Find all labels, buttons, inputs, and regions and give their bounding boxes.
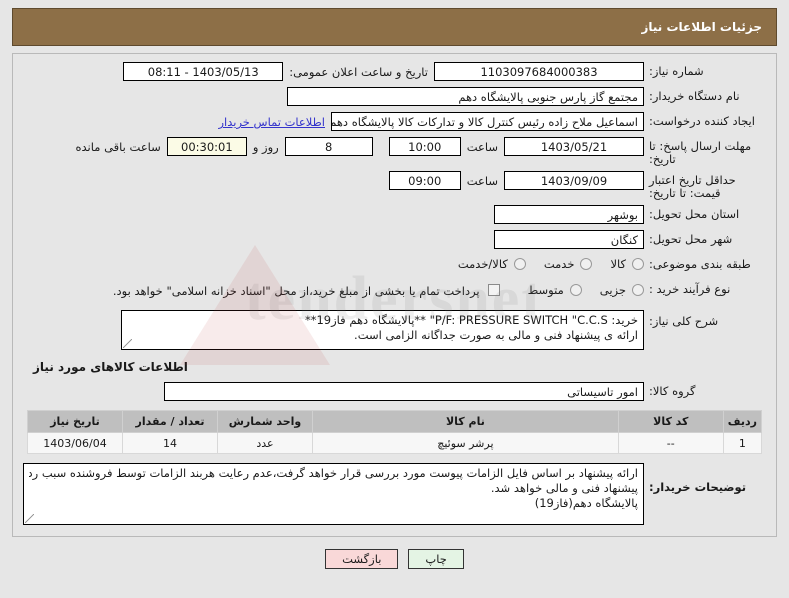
- remaining-days-field: 8: [284, 137, 373, 156]
- remaining-clock-field: 00:30:01: [166, 137, 247, 156]
- row-category: طبقه بندی موضوعی: کالا خدمت کالا/خدمت: [23, 255, 766, 275]
- page-title-text: جزئیات اطلاعات نیاز: [641, 20, 762, 34]
- requester-field[interactable]: اسماعیل ملاح زاده رئیس کنترل کالا و تدار…: [331, 112, 644, 131]
- page-root: tendersnet جزئیات اطلاعات نیاز شماره نیا…: [0, 0, 789, 598]
- city-label: شهر محل تحویل:: [649, 232, 733, 246]
- buyer-org-label: نام دستگاه خریدار:: [649, 89, 740, 103]
- announce-datetime-label: تاریخ و ساعت اعلان عمومی:: [289, 65, 428, 79]
- province-field[interactable]: بوشهر: [494, 205, 644, 224]
- province-label: استان محل تحویل:: [649, 207, 740, 221]
- process-option-medium[interactable]: متوسط: [528, 283, 564, 297]
- process-option-minor[interactable]: جزیی: [600, 283, 626, 297]
- th-index: ردیف: [722, 410, 763, 433]
- goods-group-field[interactable]: امور تاسیساتی: [164, 382, 644, 401]
- print-button[interactable]: چاپ: [408, 549, 464, 569]
- city-field[interactable]: کنگان: [494, 230, 644, 249]
- cell-index: 1: [722, 432, 763, 454]
- row-city: شهر محل تحویل: کنگان: [23, 230, 766, 250]
- category-option-goods-service[interactable]: کالا/خدمت: [458, 257, 508, 271]
- response-deadline-hour-label: ساعت: [466, 140, 498, 154]
- cell-need-date: 1403/06/04: [27, 432, 123, 454]
- response-deadline-label: مهلت ارسال پاسخ: تا تاریخ:: [649, 139, 752, 166]
- need-details-panel: شماره نیاز: 1103097684000383 تاریخ و ساع…: [12, 53, 777, 537]
- buyer-notes-line-2: پیشنهاد فنی و مالی خواهد شد.: [490, 481, 638, 495]
- process-radio-group: جزیی متوسط پرداخت تمام یا بخشی از مبلغ خ…: [113, 280, 644, 298]
- radio-icon-medium[interactable]: [569, 284, 582, 296]
- table-row[interactable]: 1 -- پرشر سوئیچ عدد 14 1403/06/04: [27, 432, 763, 454]
- price-validity-label: حداقل تاریخ اعتبار قیمت: تا تاریخ:: [649, 173, 736, 200]
- th-name: نام کالا: [312, 410, 619, 433]
- description-line-2: ارائه ی پیشنهاد فنی و مالی به صورت جداگا…: [354, 328, 638, 342]
- buyer-contact-link[interactable]: اطلاعات تماس خریدار: [216, 112, 331, 129]
- table-header-row: ردیف کد کالا نام کالا واحد شمارش تعداد /…: [27, 410, 763, 433]
- back-button[interactable]: بازگشت: [325, 549, 399, 569]
- buyer-org-field[interactable]: مجتمع گاز پارس جنوبی پالایشگاه دهم: [287, 87, 644, 106]
- category-radio-group: کالا خدمت کالا/خدمت: [444, 255, 644, 271]
- buyer-notes-label: توضیحات خریدار:: [649, 480, 747, 494]
- th-code: کد کالا: [617, 410, 724, 433]
- row-process-type: نوع فرآیند خرید : جزیی متوسط پرداخت تمام…: [23, 280, 766, 300]
- goods-group-label: گروه کالا:: [649, 384, 696, 398]
- goods-table-wrap: ردیف کد کالا نام کالا واحد شمارش تعداد /…: [23, 410, 766, 454]
- price-validity-hour-label: ساعت: [466, 174, 498, 188]
- cell-name: پرشر سوئیچ: [312, 432, 619, 454]
- announce-datetime-field[interactable]: 1403/05/13 - 08:11: [123, 62, 284, 81]
- footer-buttons: چاپ بازگشت: [12, 549, 777, 569]
- row-province: استان محل تحویل: بوشهر: [23, 205, 766, 225]
- row-buyer-notes: توضیحات خریدار: ارائه پیشنهاد بر اساس فا…: [23, 463, 766, 525]
- process-label: نوع فرآیند خرید :: [649, 282, 731, 296]
- row-requester: ایجاد کننده درخواست: اسماعیل ملاح زاده ر…: [23, 112, 766, 132]
- description-line-1: خرید: P/F: PRESSURE SWITCH "C.C.S" **پال…: [304, 313, 638, 327]
- price-validity-time-field[interactable]: 09:00: [388, 171, 461, 190]
- cell-code: --: [617, 432, 724, 454]
- row-goods-group: گروه کالا: امور تاسیساتی: [23, 382, 766, 402]
- buyer-notes-line-3: پالایشگاه دهم(فاز19): [534, 496, 638, 510]
- requester-label: ایجاد کننده درخواست:: [649, 114, 755, 128]
- goods-table: ردیف کد کالا نام کالا واحد شمارش تعداد /…: [27, 410, 763, 454]
- page-title: جزئیات اطلاعات نیاز: [12, 8, 777, 46]
- category-label: طبقه بندی موضوعی:: [649, 257, 751, 271]
- checkbox-icon-treasury[interactable]: [487, 284, 500, 296]
- th-quantity: تعداد / مقدار: [122, 410, 218, 433]
- radio-icon-goods-service[interactable]: [513, 258, 526, 270]
- response-deadline-time-field[interactable]: 10:00: [388, 137, 461, 156]
- buyer-notes-line-1: ارائه پیشنهاد بر اساس فایل الزامات پیوست…: [29, 466, 638, 480]
- buyer-notes-textarea[interactable]: ارائه پیشنهاد بر اساس فایل الزامات پیوست…: [23, 463, 644, 525]
- th-unit: واحد شمارش: [217, 410, 313, 433]
- cell-quantity: 14: [122, 432, 218, 454]
- row-response-deadline: مهلت ارسال پاسخ: تا تاریخ: 1403/05/21 سا…: [23, 137, 766, 166]
- category-option-goods[interactable]: کالا: [610, 257, 626, 271]
- radio-icon-goods[interactable]: [632, 258, 644, 270]
- treasury-note-text: پرداخت تمام یا بخشی از مبلغ خرید،از محل …: [112, 284, 480, 298]
- th-need-date: تاریخ نیاز: [27, 410, 123, 433]
- category-option-service[interactable]: خدمت: [544, 257, 575, 271]
- row-price-validity: حداقل تاریخ اعتبار قیمت: تا تاریخ: 1403/…: [23, 171, 766, 200]
- price-validity-date-field[interactable]: 1403/09/09: [504, 171, 644, 190]
- row-description: شرح کلی نیاز: خرید: P/F: PRESSURE SWITCH…: [23, 310, 766, 350]
- row-need-number: شماره نیاز: 1103097684000383 تاریخ و ساع…: [23, 62, 766, 82]
- response-deadline-date-field[interactable]: 1403/05/21: [504, 137, 644, 156]
- remaining-clock-label: ساعت باقی مانده: [75, 140, 161, 154]
- need-number-label: شماره نیاز:: [649, 64, 704, 78]
- description-label: شرح کلی نیاز:: [649, 314, 719, 328]
- row-buyer-org: نام دستگاه خریدار: مجتمع گاز پارس جنوبی …: [23, 87, 766, 107]
- description-textarea[interactable]: خرید: P/F: PRESSURE SWITCH "C.C.S" **پال…: [121, 310, 644, 350]
- radio-icon-minor[interactable]: [632, 284, 644, 296]
- radio-icon-service[interactable]: [580, 258, 593, 270]
- need-number-field[interactable]: 1103097684000383: [434, 62, 644, 81]
- goods-section-title: اطلاعات کالاهای مورد نیاز: [33, 360, 188, 374]
- remaining-days-label: روز و: [252, 140, 279, 154]
- cell-unit: عدد: [217, 432, 313, 454]
